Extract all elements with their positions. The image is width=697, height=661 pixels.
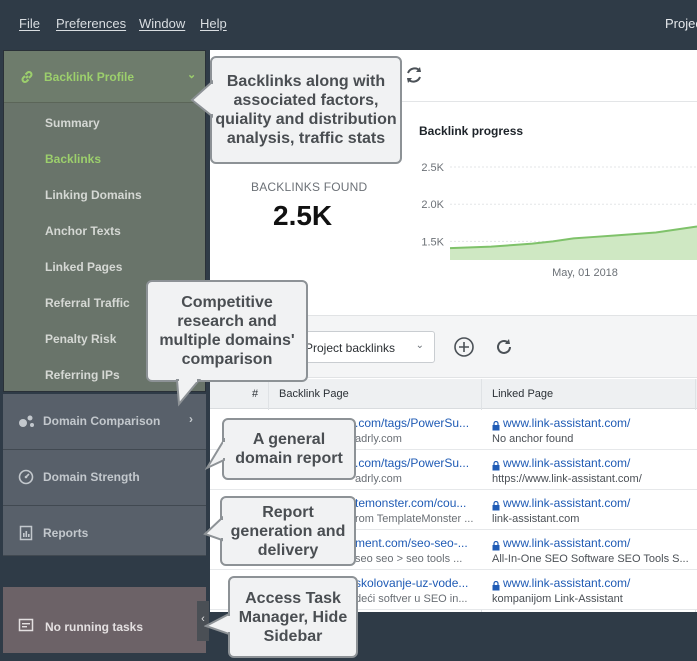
- callout-task-manager: Access Task Manager, Hide Sidebar: [228, 576, 358, 658]
- linked-page-anchor: link-assistant.com: [492, 513, 580, 525]
- column-header-backlink-page[interactable]: Backlink Page: [279, 388, 349, 400]
- chart-title: Backlink progress: [419, 124, 524, 138]
- callout-pointer: [175, 378, 202, 407]
- sidebar-section-label: Backlink Profile: [44, 70, 135, 84]
- sidebar-item-linked-pages[interactable]: Linked Pages: [45, 260, 122, 274]
- sidebar-section-reports[interactable]: Reports: [3, 506, 206, 556]
- table-header: # Backlink Page Linked Page: [210, 379, 697, 409]
- backlink-page-link[interactable]: .com/tags/PowerSu...: [355, 416, 480, 430]
- sidebar-section-label: Domain Strength: [43, 470, 140, 484]
- sidebar-item-referring-ips[interactable]: Referring IPs: [45, 368, 120, 382]
- backlinks-found-value: 2.5K: [273, 200, 333, 231]
- chart-y-tick-label: 2.5K: [421, 162, 444, 174]
- refresh-icon[interactable]: [403, 64, 425, 91]
- gauge-icon: [18, 469, 34, 490]
- linked-page-anchor: No anchor found: [492, 433, 574, 445]
- reports-icon: [18, 525, 34, 546]
- sidebar-section-label: Reports: [43, 526, 89, 540]
- callout-competitive: Competitive research and multiple domain…: [146, 280, 308, 382]
- callout-pointer: [190, 80, 214, 119]
- column-header-linked-page[interactable]: Linked Page: [492, 388, 553, 400]
- sidebar-item-backlinks[interactable]: Backlinks: [45, 152, 101, 166]
- project-title: Projec: [665, 16, 697, 31]
- sidebar-section-domain-strength[interactable]: Domain Strength: [3, 450, 206, 506]
- menu-preferences[interactable]: Preferences: [56, 16, 126, 31]
- menu-file[interactable]: File: [19, 16, 40, 31]
- sidebar-section-backlink-profile[interactable]: Backlink Profile ⌄: [4, 51, 205, 103]
- backlink-page-title: seo seo > seo tools ...: [355, 553, 463, 565]
- callout-pointer: [204, 612, 230, 636]
- linked-page-anchor: All-In-One SEO Software SEO Tools S...: [492, 553, 689, 565]
- task-manager-panel[interactable]: No running tasks ‹: [3, 587, 209, 653]
- link-icon: [19, 69, 35, 90]
- chart-x-tick-label: May, 01 2018: [552, 267, 618, 279]
- chart-y-tick-label: 1.5K: [421, 236, 444, 248]
- tasks-icon: [18, 617, 34, 638]
- backlink-source-select[interactable]: Project backlinks ⌄: [294, 331, 435, 363]
- linked-page-link[interactable]: www.link-assistant.com/: [503, 456, 630, 470]
- sidebar-item-summary[interactable]: Summary: [45, 116, 100, 130]
- linked-page-anchor: kompanijom Link-Assistant: [492, 593, 623, 605]
- chart-y-tick-label: 2.0K: [421, 199, 444, 211]
- menu-help[interactable]: Help: [200, 16, 227, 31]
- select-value: Project backlinks: [305, 341, 396, 355]
- menu-bar: File Preferences Window Help Projec: [0, 0, 697, 46]
- sidebar-item-anchor-texts[interactable]: Anchor Texts: [45, 224, 121, 238]
- linked-page-link[interactable]: www.link-assistant.com/: [503, 416, 630, 430]
- callout-pointer: [205, 438, 225, 471]
- linked-page-link[interactable]: www.link-assistant.com/: [503, 536, 630, 550]
- sidebar-item-linking-domains[interactable]: Linking Domains: [45, 188, 142, 202]
- backlink-progress-chart: 2.5K 2.0K 1.5K May, 01 2018: [421, 162, 697, 279]
- callout-backlinks: Backlinks along with associated factors,…: [210, 56, 402, 164]
- backlink-page-link[interactable]: skolovanje-uz-vode...: [355, 576, 480, 590]
- linked-page-anchor: https://www.link-assistant.com/: [492, 473, 642, 485]
- chevron-down-icon: ⌄: [415, 340, 424, 351]
- callout-domain-report: A general domain report: [222, 418, 356, 480]
- backlink-page-title: adrly.com: [355, 473, 402, 485]
- backlink-page-title: rom TemplateMonster ...: [355, 513, 474, 525]
- tasks-status: No running tasks: [45, 620, 144, 634]
- linked-page-link[interactable]: www.link-assistant.com/: [503, 576, 630, 590]
- reload-icon[interactable]: [493, 336, 515, 363]
- menu-window[interactable]: Window: [139, 16, 185, 31]
- backlink-page-link[interactable]: .com/tags/PowerSu...: [355, 456, 480, 470]
- sidebar-item-penalty-risk[interactable]: Penalty Risk: [45, 332, 116, 346]
- backlink-page-title: adrly.com: [355, 433, 402, 445]
- sidebar-section-label: Domain Comparison: [43, 414, 161, 428]
- backlink-page-link[interactable]: ment.com/seo-seo-...: [355, 536, 480, 550]
- sidebar-item-referral-traffic[interactable]: Referral Traffic: [45, 296, 130, 310]
- domain-comparison-icon: [18, 413, 36, 434]
- backlink-page-title: deći softver u SEO in...: [355, 593, 468, 605]
- add-icon[interactable]: [453, 336, 475, 363]
- linked-page-link[interactable]: www.link-assistant.com/: [503, 496, 630, 510]
- chevron-right-icon: ›: [189, 412, 193, 426]
- callout-pointer: [203, 516, 223, 542]
- backlinks-found-label: BACKLINKS FOUND: [251, 180, 368, 194]
- callout-reports: Report generation and delivery: [220, 496, 356, 566]
- backlink-page-link[interactable]: temonster.com/cou...: [355, 496, 480, 510]
- column-header-number[interactable]: #: [252, 388, 258, 400]
